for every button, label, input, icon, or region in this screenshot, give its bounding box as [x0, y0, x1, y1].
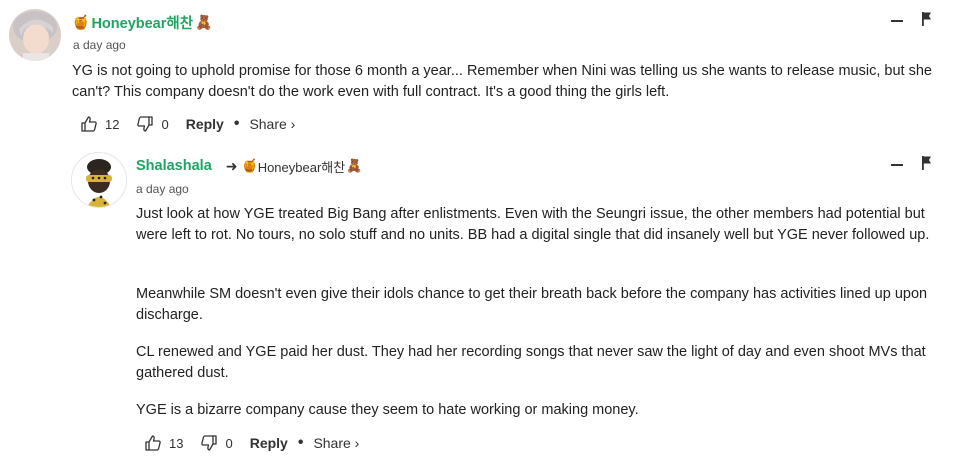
- reply-username[interactable]: Shalashala: [136, 158, 212, 174]
- bear-icon: 🧸: [195, 13, 213, 30]
- collapse-icon[interactable]: [890, 158, 904, 172]
- share-button[interactable]: Share ›: [249, 116, 295, 132]
- share-button[interactable]: Share ›: [313, 435, 359, 451]
- bear-icon: 🧸: [346, 158, 363, 173]
- thumbs-up-icon[interactable]: [80, 115, 98, 133]
- comment-actions: 12 0 Reply • Share ›: [80, 114, 295, 134]
- reply-arrow-icon: ➜: [225, 157, 238, 174]
- honey-pot-icon: 🍯: [72, 13, 90, 30]
- reply-button[interactable]: Reply: [250, 435, 288, 451]
- reply-header: Shalashala ➜ 🍯 Honeybear해찬 🧸: [136, 156, 362, 176]
- avatar-shalashala[interactable]: [71, 152, 127, 208]
- like-count: 12: [105, 116, 120, 132]
- reply-actions: 13 0 Reply • Share ›: [144, 433, 359, 453]
- replying-to-username[interactable]: Honeybear해찬: [258, 157, 346, 176]
- honey-pot-icon: 🍯: [241, 158, 258, 173]
- reply-paragraph: Meanwhile SM doesn't even give their ido…: [136, 286, 928, 323]
- thumbs-down-icon[interactable]: [200, 434, 218, 452]
- dislike-count: 0: [225, 435, 233, 451]
- dislike-count: 0: [161, 116, 169, 132]
- collapse-icon[interactable]: [890, 14, 904, 28]
- flag-icon[interactable]: [920, 11, 934, 27]
- flag-icon[interactable]: [920, 155, 934, 171]
- like-count: 13: [169, 435, 184, 451]
- comment-text: YG is not going to uphold promise for th…: [72, 63, 932, 100]
- reply-timestamp[interactable]: a day ago: [136, 182, 189, 196]
- reply-paragraph: CL renewed and YGE paid her dust. They h…: [136, 344, 926, 381]
- separator-dot: •: [233, 115, 240, 132]
- comment-username[interactable]: Honeybear해찬: [91, 12, 193, 33]
- reply-paragraph: Just look at how YGE treated Big Bang af…: [136, 206, 930, 243]
- reply-paragraph: YGE is a bizarre company cause they seem…: [136, 402, 639, 418]
- comment-header: 🍯 Honeybear해찬 🧸: [72, 12, 213, 32]
- avatar-honeybear[interactable]: [9, 9, 61, 61]
- thumbs-down-icon[interactable]: [136, 115, 154, 133]
- thumbs-up-icon[interactable]: [144, 434, 162, 452]
- comment-timestamp[interactable]: a day ago: [73, 38, 126, 52]
- reply-button[interactable]: Reply: [186, 116, 224, 132]
- separator-dot: •: [297, 434, 304, 451]
